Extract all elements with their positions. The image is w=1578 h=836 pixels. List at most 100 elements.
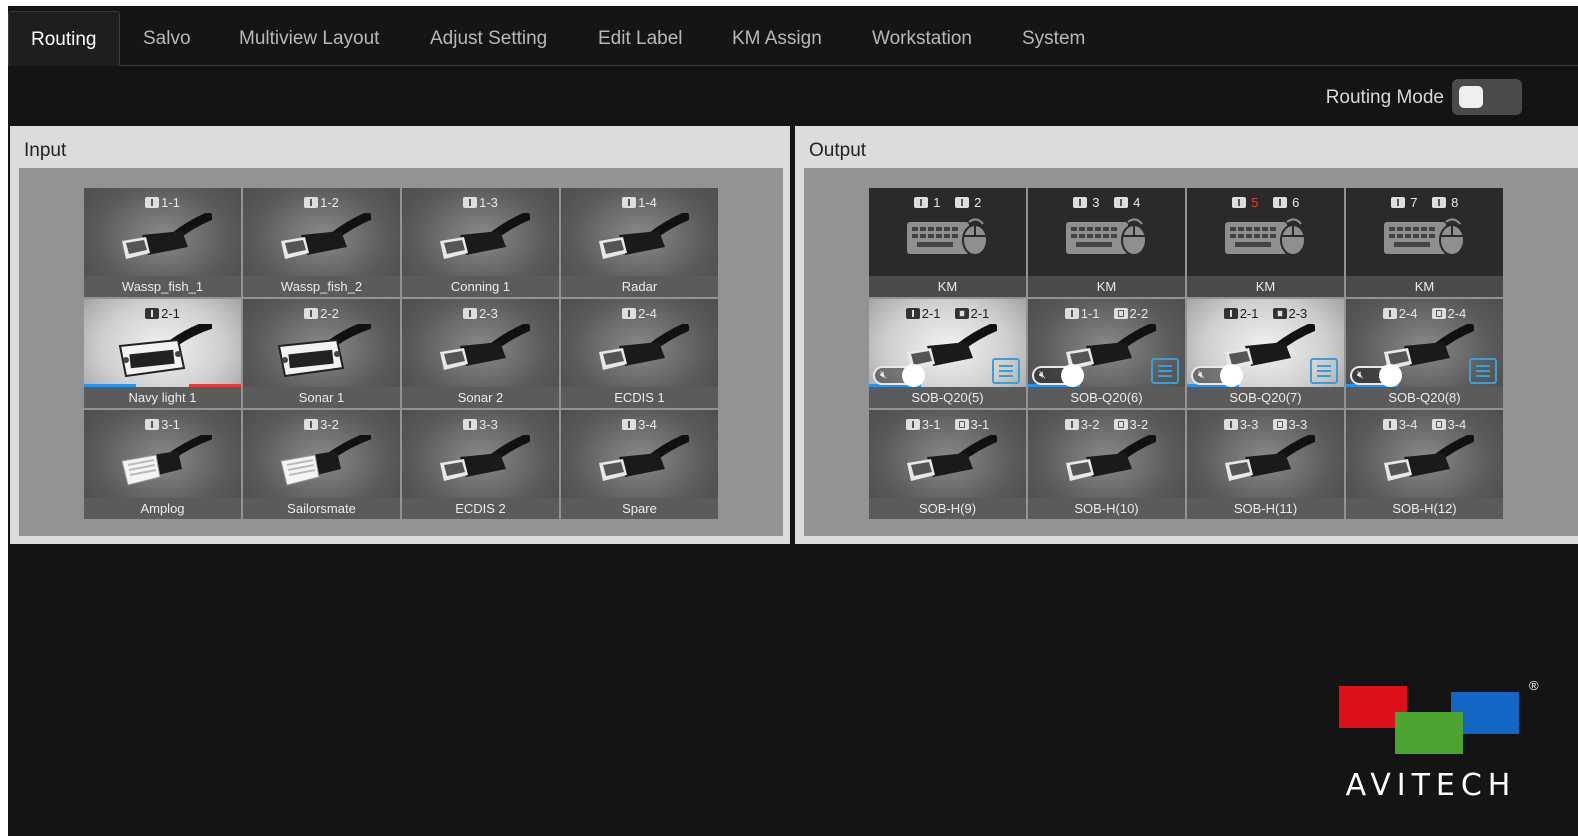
input-tile[interactable]: 3-3 ECDIS 2 xyxy=(402,410,559,519)
input-tile-label: Amplog xyxy=(84,498,241,519)
input-port-icon xyxy=(145,308,160,319)
tab-km-assign[interactable]: KM Assign xyxy=(710,11,844,66)
output-tile-ids: 3-4 3-4 xyxy=(1346,417,1503,432)
tab-routing[interactable]: Routing xyxy=(8,11,120,66)
input-tile[interactable]: 1-1 Wassp_fish_1 xyxy=(84,188,241,297)
input-panel-title: Input xyxy=(24,140,67,161)
km-tile[interactable]: 3 4 KM xyxy=(1028,188,1185,297)
output-menu-button[interactable] xyxy=(1151,358,1179,384)
input-tile-id: 3-2 xyxy=(243,417,400,432)
input-tile[interactable]: 2-3 Sonar 2 xyxy=(402,299,559,408)
output-menu-button[interactable] xyxy=(1310,358,1338,384)
routing-mode-toggle-knob xyxy=(1459,86,1483,108)
output-tile[interactable]: 1-1 2-2 🔇︎ SOB-Q20(6) xyxy=(1028,299,1185,408)
output-tile-label: SOB-Q20(6) xyxy=(1028,387,1185,408)
input-port-icon xyxy=(463,308,478,319)
input-port-icon xyxy=(622,419,637,430)
output-panel-body: 1 2 KM 3 4 KM 5 6 KM 7 8 KM 2-1 2-1 🔇︎ SOB-Q20(5… xyxy=(804,168,1578,536)
input-tile-label: Sonar 1 xyxy=(243,387,400,408)
output-menu-button[interactable] xyxy=(992,358,1020,384)
output-port-icon xyxy=(1431,308,1446,319)
input-port-icon xyxy=(905,419,920,430)
output-tile-ids: 2-1 2-3 xyxy=(1187,306,1344,321)
output-source-id: 2-1 xyxy=(1239,306,1259,321)
output-tile[interactable]: 2-4 2-4 🔇︎ SOB-Q20(8) xyxy=(1346,299,1503,408)
output-source-id: 2-1 xyxy=(921,306,941,321)
audio-mute-toggle[interactable]: 🔇︎ xyxy=(873,364,925,387)
routing-mode-label: Routing Mode xyxy=(1325,87,1444,108)
routing-toolbar: Routing Mode xyxy=(8,67,1578,126)
tab-workstation[interactable]: Workstation xyxy=(850,11,994,66)
menu-line xyxy=(1317,375,1331,377)
output-tile-ids: 2-4 2-4 xyxy=(1346,306,1503,321)
output-tile[interactable]: 2-1 2-3 🔇︎ SOB-Q20(7) xyxy=(1187,299,1344,408)
audio-mute-knob xyxy=(1379,364,1402,387)
output-tile[interactable]: 3-4 3-4 SOB-H(12) xyxy=(1346,410,1503,519)
output-tile[interactable]: 3-2 3-2 SOB-H(10) xyxy=(1028,410,1185,519)
km-id-b: 4 xyxy=(1133,195,1141,210)
output-panel-title: Output xyxy=(809,140,867,161)
menu-line xyxy=(1476,370,1490,372)
input-port-icon xyxy=(1223,419,1238,430)
audio-mute-toggle[interactable]: 🔇︎ xyxy=(1350,364,1402,387)
input-port-icon xyxy=(1390,197,1405,208)
km-id-b: 6 xyxy=(1292,195,1300,210)
input-tile[interactable]: 2-1 Navy light 1 xyxy=(84,299,241,408)
km-id-a: 5 xyxy=(1251,195,1259,210)
speaker-mute-icon: 🔇︎ xyxy=(1039,369,1046,381)
input-id-text: 2-3 xyxy=(479,306,498,321)
input-port-icon xyxy=(905,308,920,319)
avitech-logo: AVITECH ® xyxy=(1339,678,1539,808)
input-port-icon xyxy=(463,419,478,430)
output-tile[interactable]: 3-1 3-1 SOB-H(9) xyxy=(869,410,1026,519)
output-source-id: 3-1 xyxy=(921,417,941,432)
km-tile[interactable]: 5 6 KM xyxy=(1187,188,1344,297)
output-source-id: 1-1 xyxy=(1080,306,1100,321)
output-tile-label: SOB-H(10) xyxy=(1028,498,1185,519)
output-grid: 1 2 KM 3 4 KM 5 6 KM 7 8 KM 2-1 2-1 🔇︎ SOB-Q20(5… xyxy=(869,188,1503,519)
input-tile[interactable]: 3-1 Amplog xyxy=(84,410,241,519)
input-tile[interactable]: 3-2 Sailorsmate xyxy=(243,410,400,519)
tab-adjust-setting[interactable]: Adjust Setting xyxy=(408,11,569,66)
input-tile[interactable]: 2-4 ECDIS 1 xyxy=(561,299,718,408)
speaker-mute-icon: 🔇︎ xyxy=(1198,369,1205,381)
menu-line xyxy=(999,365,1013,367)
output-tile-label: SOB-H(9) xyxy=(869,498,1026,519)
output-tile[interactable]: 3-3 3-3 SOB-H(11) xyxy=(1187,410,1344,519)
input-tile-id: 3-4 xyxy=(561,417,718,432)
km-tile-label: KM xyxy=(1187,276,1344,297)
input-id-text: 2-2 xyxy=(320,306,339,321)
input-tile[interactable]: 3-4 Spare xyxy=(561,410,718,519)
output-menu-button[interactable] xyxy=(1469,358,1497,384)
tab-system[interactable]: System xyxy=(1000,11,1107,66)
input-port-icon xyxy=(145,419,160,430)
output-port-id: 3-1 xyxy=(970,417,990,432)
input-tile-label: Conning 1 xyxy=(402,276,559,297)
output-port-icon xyxy=(1113,419,1128,430)
output-tile[interactable]: 2-1 2-1 🔇︎ SOB-Q20(5) xyxy=(869,299,1026,408)
output-port-icon xyxy=(1113,308,1128,319)
routing-mode-toggle[interactable] xyxy=(1452,79,1522,115)
km-id-a: 7 xyxy=(1410,195,1418,210)
input-id-text: 1-3 xyxy=(479,195,498,210)
input-tile[interactable]: 2-2 Sonar 1 xyxy=(243,299,400,408)
tab-edit-label[interactable]: Edit Label xyxy=(576,11,705,66)
input-tile-id: 2-4 xyxy=(561,306,718,321)
input-tile-label: Spare xyxy=(561,498,718,519)
output-tile-ids: 3-1 3-1 xyxy=(869,417,1026,432)
input-tile[interactable]: 1-4 Radar xyxy=(561,188,718,297)
input-tile[interactable]: 1-2 Wassp_fish_2 xyxy=(243,188,400,297)
tab-multiview-layout[interactable]: Multiview Layout xyxy=(217,11,401,66)
output-port-icon xyxy=(1272,308,1287,319)
audio-mute-toggle[interactable]: 🔇︎ xyxy=(1191,364,1243,387)
km-tile[interactable]: 1 2 KM xyxy=(869,188,1026,297)
km-tile[interactable]: 7 8 KM xyxy=(1346,188,1503,297)
output-port-id: 3-3 xyxy=(1288,417,1308,432)
km-tile-label: KM xyxy=(1346,276,1503,297)
tab-salvo[interactable]: Salvo xyxy=(121,11,213,66)
input-id-text: 3-2 xyxy=(320,417,339,432)
input-tile-label: Sonar 2 xyxy=(402,387,559,408)
audio-mute-toggle[interactable]: 🔇︎ xyxy=(1032,364,1084,387)
input-tile[interactable]: 1-3 Conning 1 xyxy=(402,188,559,297)
input-port-icon xyxy=(304,197,319,208)
